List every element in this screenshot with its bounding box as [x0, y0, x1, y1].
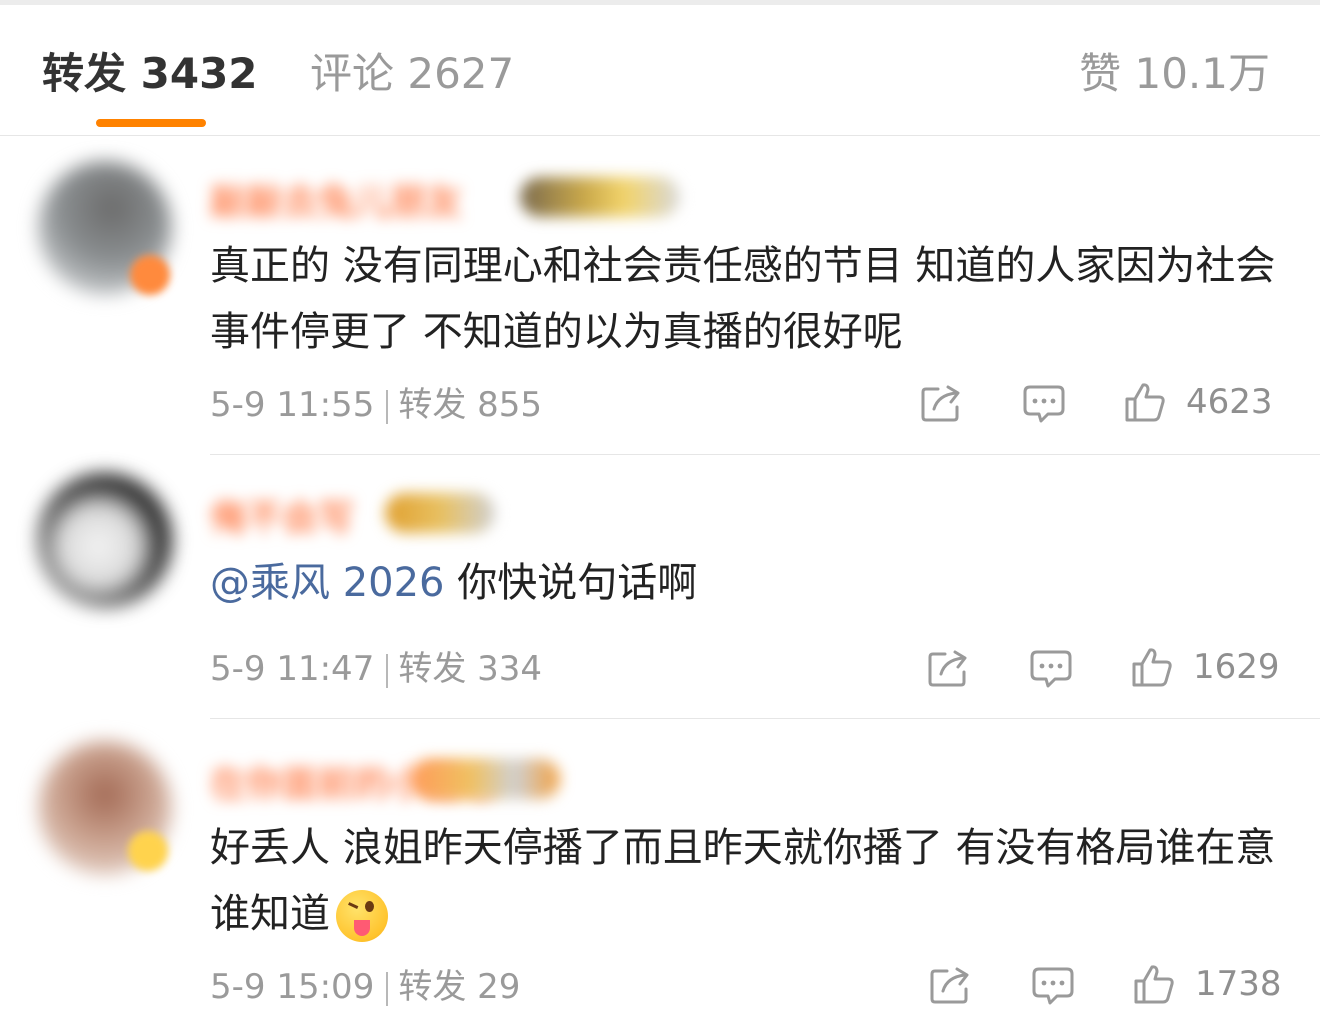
comment-icon [1032, 967, 1074, 1005]
user-badges [520, 177, 680, 217]
comment-meta: 5-9 11:55 转发 855 [210, 385, 542, 425]
list-item[interactable]: 俺不会写 @乘风 2026 你快说句话啊 5-9 11:47 转发 334 162… [0, 455, 1320, 719]
share-button[interactable] [920, 383, 964, 423]
username[interactable]: 俺不会写 [210, 489, 354, 541]
vip-badge-icon [128, 831, 168, 871]
comment-icon [1023, 385, 1065, 423]
comment-meta: 5-9 15:09 转发 29 [210, 967, 520, 1007]
repost-count: 转发 334 [398, 649, 543, 689]
share-icon [928, 650, 967, 687]
user-badges [385, 493, 495, 533]
vip-badge-icon [130, 255, 170, 295]
thumbs-up-icon [1134, 965, 1174, 1004]
comment-text: 真正的 没有同理心和社会责任感的节目 知道的人家因为社会事件停更了 不知道的以为… [210, 243, 1276, 355]
share-icon [930, 967, 969, 1004]
list-item[interactable]: 敲敲去兔儿朋友 真正的 没有同理心和社会责任感的节目 知道的人家因为社会事件停更… [0, 137, 1320, 455]
interaction-tabs: 转发 3432 评论 2627 赞 10.1万 [0, 5, 1320, 136]
like-count: 1738 [1195, 964, 1282, 1004]
list-item[interactable]: 在你面前的小甜心 好丢人 浪姐昨天停播了而且昨天就你播了 有没有格局谁在意谁知道… [0, 719, 1320, 1012]
user-badges [410, 759, 560, 799]
separator [386, 653, 389, 688]
share-icon [921, 385, 960, 422]
share-button[interactable] [927, 648, 971, 688]
separator [386, 389, 389, 424]
avatar[interactable] [38, 473, 172, 607]
comment-time: 5-9 11:47 [210, 649, 375, 689]
tab-likes[interactable]: 赞 10.1万 [1079, 49, 1270, 99]
thumbs-up-icon [1132, 648, 1172, 687]
like-count: 1629 [1193, 647, 1280, 687]
tab-reposts[interactable]: 转发 3432 [42, 49, 258, 99]
weibo-post-detail: 转发 3432 评论 2627 赞 10.1万 敲敲去兔儿朋友 真正的 没有同理… [0, 0, 1320, 1012]
thumbs-up-icon [1125, 383, 1165, 422]
active-tab-indicator [96, 119, 206, 127]
comment-button[interactable] [1022, 383, 1066, 425]
comment-icon [1030, 650, 1072, 688]
comment-text: 好丢人 浪姐昨天停播了而且昨天就你播了 有没有格局谁在意谁知道 [210, 815, 1290, 947]
username[interactable]: 敲敲去兔儿朋友 [210, 173, 462, 225]
comment-meta: 5-9 11:47 转发 334 [210, 649, 542, 689]
like-button[interactable]: 1629 [1131, 646, 1280, 688]
repost-count: 转发 855 [398, 385, 543, 425]
like-button[interactable]: 4623 [1124, 381, 1273, 423]
comment-text: @乘风 2026 你快说句话啊 [210, 550, 1290, 616]
separator [386, 971, 389, 1006]
repost-count: 转发 29 [398, 967, 521, 1007]
comment-button[interactable] [1029, 648, 1073, 690]
tab-comments[interactable]: 评论 2627 [310, 49, 514, 99]
tongue-wink-emoji-icon [336, 890, 388, 942]
comment-time: 5-9 15:09 [210, 967, 375, 1007]
like-count: 4623 [1186, 382, 1273, 422]
mention-link[interactable]: @乘风 2026 [210, 560, 445, 606]
like-button[interactable]: 1738 [1133, 963, 1282, 1005]
share-button[interactable] [929, 965, 973, 1005]
comment-time: 5-9 11:55 [210, 385, 375, 425]
comment-button[interactable] [1031, 965, 1075, 1007]
comment-body: 你快说句话啊 [444, 560, 698, 606]
